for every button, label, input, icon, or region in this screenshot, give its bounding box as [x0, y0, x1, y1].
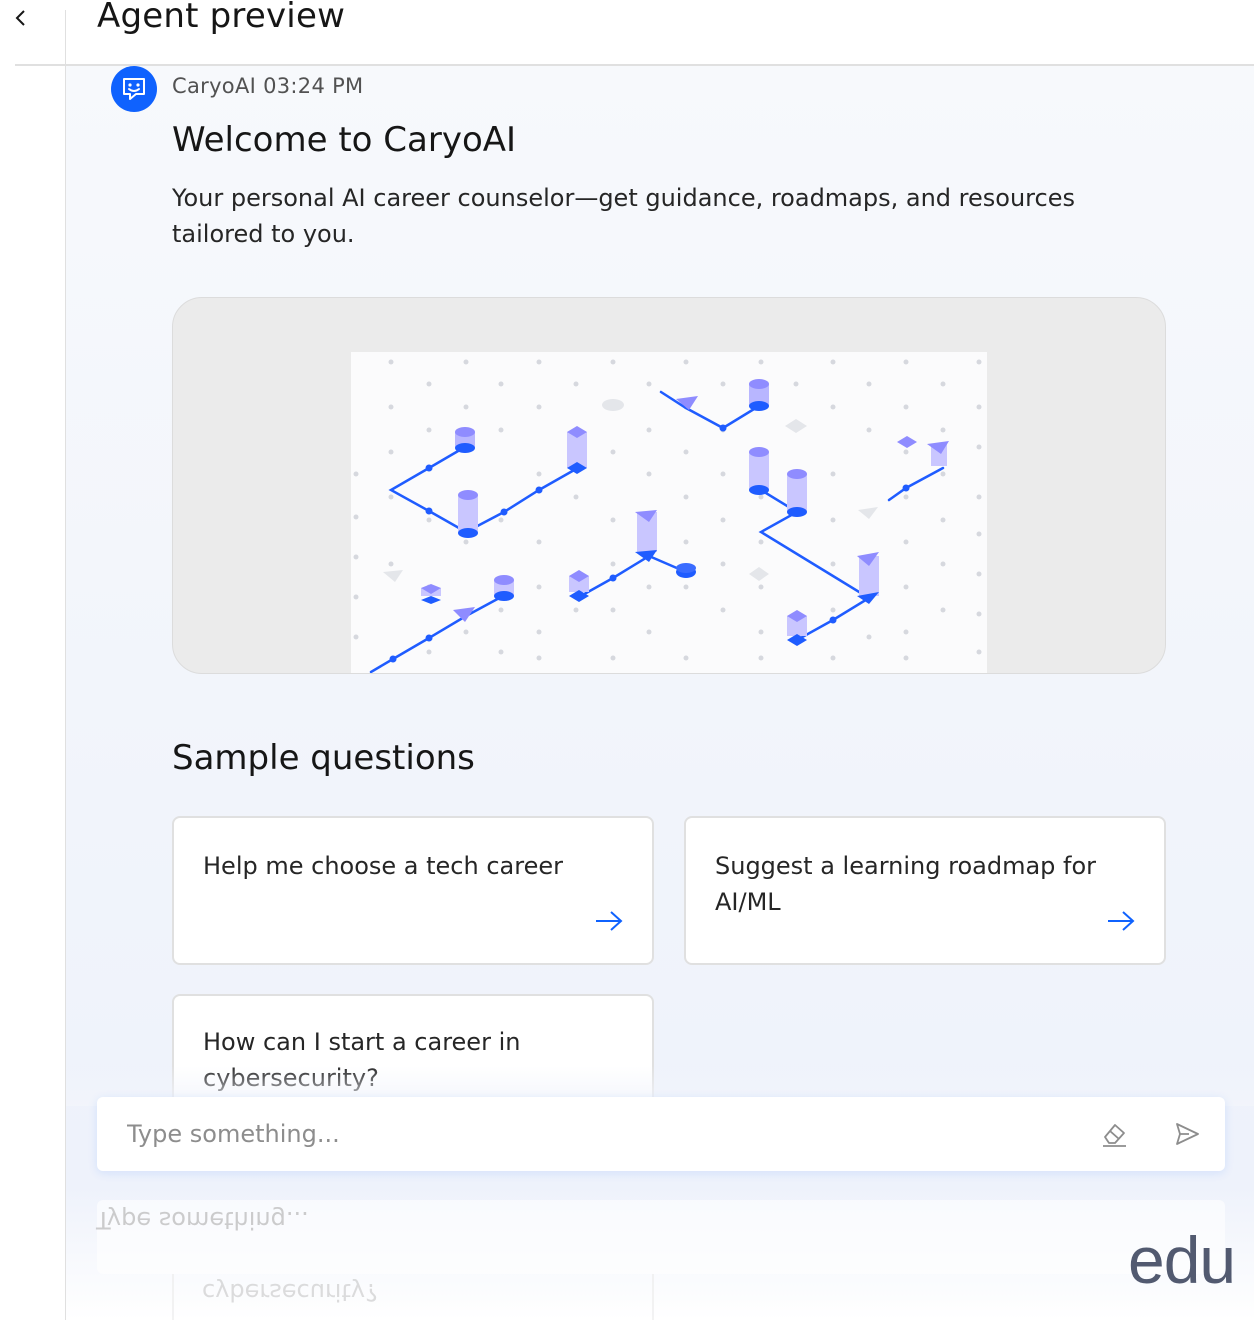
reflected-input-text: Type something...	[96, 1206, 309, 1234]
sample-question-card-2[interactable]: Suggest a learning roadmap for AI/ML	[684, 816, 1166, 965]
send-button[interactable]	[1170, 1117, 1204, 1151]
eraser-icon	[1103, 1124, 1126, 1147]
sample-questions-title: Sample questions	[172, 738, 475, 778]
welcome-text: Your personal AI career counselor—get gu…	[172, 184, 1075, 248]
message-meta: CaryoAI 03:24 PM	[172, 74, 363, 98]
reflected-card	[172, 1274, 654, 1320]
watermark-logo: edu	[1128, 1223, 1236, 1297]
sample-question-card-1[interactable]: Help me choose a tech career	[172, 816, 654, 965]
chat-area: CaryoAI 03:24 PM Welcome to CaryoAI Your…	[66, 66, 1254, 1186]
dot-grid	[353, 359, 982, 661]
send-icon	[1176, 1123, 1199, 1145]
welcome-title: Welcome to CaryoAI	[172, 120, 517, 160]
career-path-illustration	[353, 359, 982, 673]
message-input[interactable]	[97, 1097, 1077, 1171]
illustration-card	[172, 297, 1166, 674]
sample-question-text: Suggest a learning roadmap for AI/ML	[715, 852, 1097, 916]
back-button[interactable]	[6, 4, 36, 32]
page-title: Agent preview	[97, 0, 346, 36]
mirror-reflection: Type something... cybersecurity?	[66, 1186, 1254, 1320]
arrow-right-icon	[596, 911, 623, 931]
chat-bot-icon	[123, 78, 145, 100]
header: Agent preview	[0, 0, 1254, 66]
sample-question-text: Help me choose a tech career	[203, 852, 563, 880]
clear-button[interactable]	[1097, 1117, 1131, 1151]
arrow-right-icon	[1108, 911, 1135, 931]
header-divider	[65, 10, 66, 66]
message-input-bar	[97, 1097, 1225, 1171]
message-time: 03:24 PM	[263, 74, 364, 98]
avatar	[111, 66, 157, 112]
illustration	[351, 352, 987, 673]
sender-name: CaryoAI	[172, 74, 257, 98]
chevron-left-icon	[15, 10, 25, 26]
